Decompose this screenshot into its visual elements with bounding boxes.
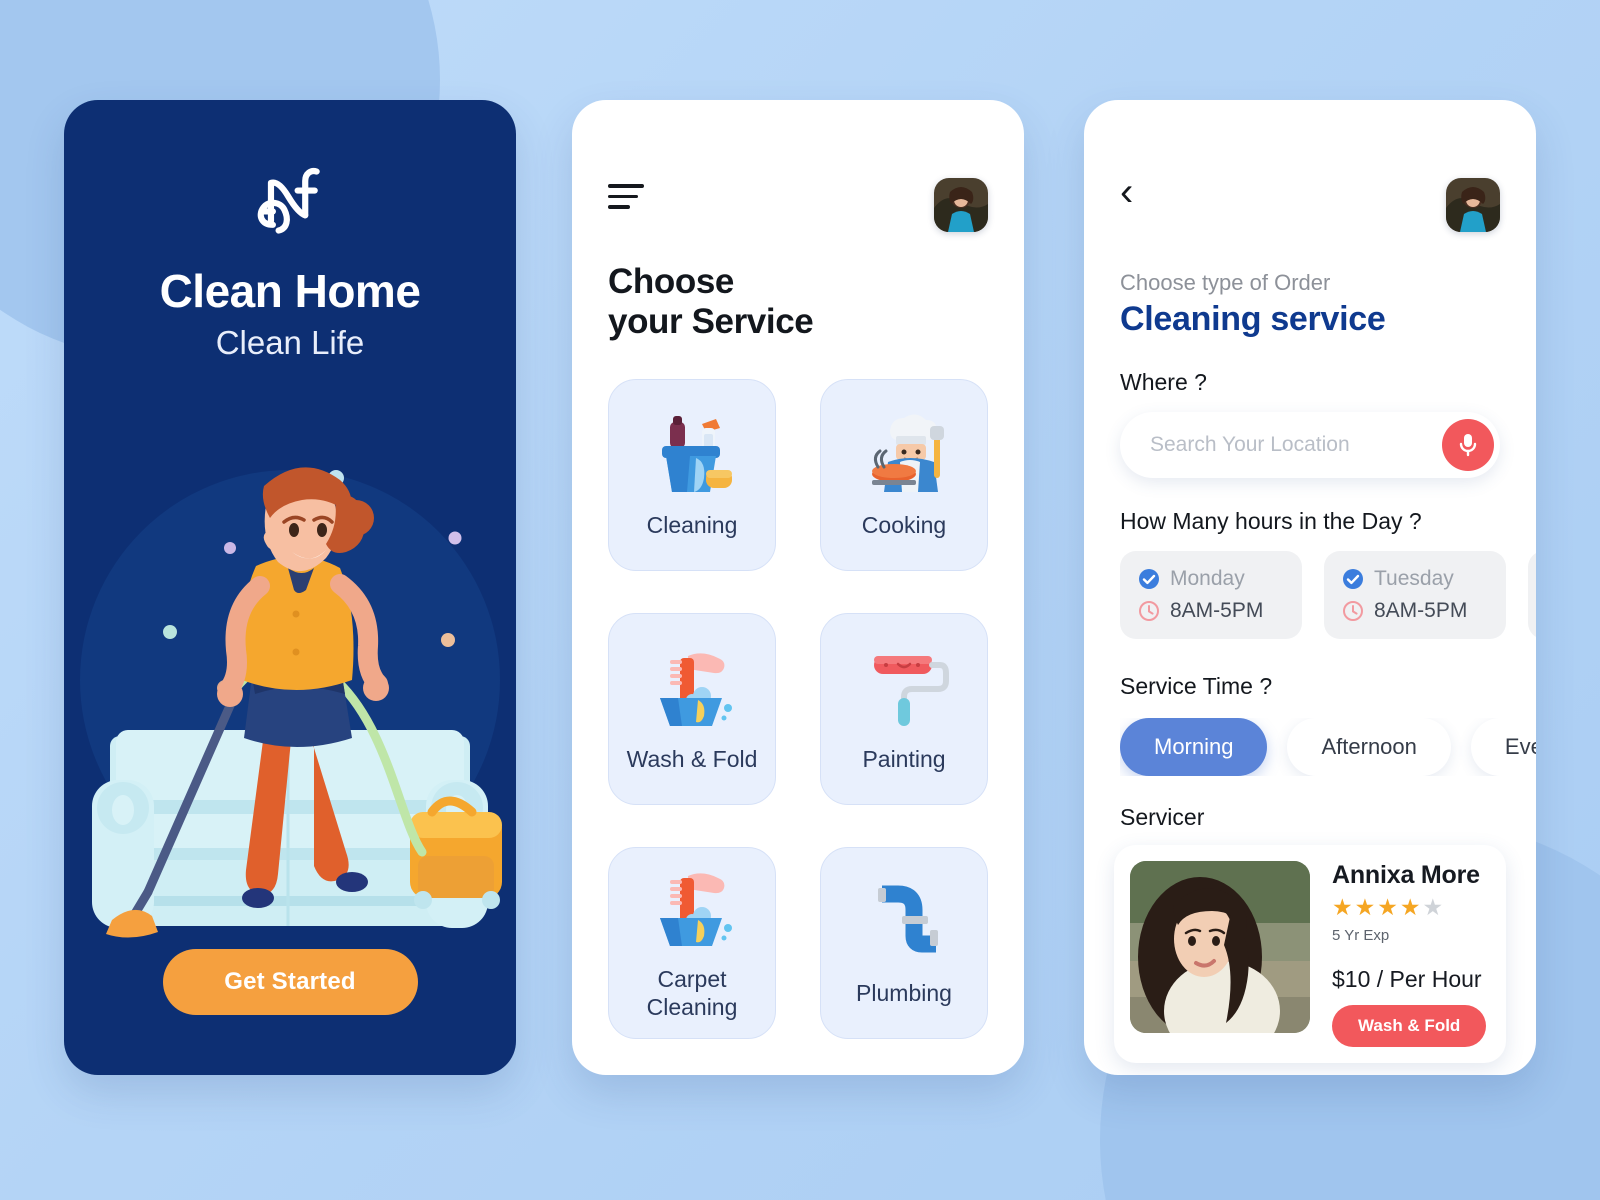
star-icon: ★ — [1354, 894, 1378, 920]
day-name: Monday — [1170, 567, 1245, 590]
cta-wrap: Get Started — [64, 949, 516, 1015]
day-chip[interactable]: Monday 8AM-5PM — [1120, 551, 1302, 639]
hamburger-menu-icon[interactable] — [608, 178, 644, 216]
service-label: Cleaning — [646, 511, 738, 538]
location-search-row — [1120, 412, 1500, 478]
clock-icon — [1139, 601, 1159, 621]
service-time-chip-evening[interactable]: Evening — [1470, 718, 1536, 776]
app-title: Clean Home — [159, 265, 421, 317]
where-label: Where ? — [1120, 369, 1207, 395]
day-time: 8AM-5PM — [1170, 599, 1264, 622]
hamburger-line — [608, 205, 630, 209]
check-circle-icon — [1139, 569, 1159, 589]
servicer-tag[interactable]: Wash & Fold — [1332, 1005, 1487, 1047]
order-details-screen: ‹ Choose type of Order Cleaning service … — [1084, 100, 1536, 1075]
service-label: Plumbing — [856, 979, 952, 1006]
splash-screen: Clean Home Clean Life Get Started — [64, 100, 516, 1075]
choose-service-screen: Choose your Service Cleaning Cooking Was… — [572, 100, 1024, 1075]
service-time-label: Service Time ? — [1120, 673, 1273, 699]
page-title: Choose your Service — [572, 232, 1024, 343]
order-title: Cleaning service — [1120, 300, 1386, 338]
day-chip-row[interactable]: Monday 8AM-5PM Tuesday 8AM-5PM — [1120, 551, 1536, 643]
day-chip[interactable] — [1528, 551, 1536, 639]
star-icon: ★ — [1422, 894, 1446, 920]
hamburger-line — [608, 184, 644, 188]
page-title-line1: Choose — [608, 262, 734, 301]
cleaning-bucket-icon — [644, 410, 740, 502]
servicer-experience: 5 Yr Exp — [1332, 927, 1390, 944]
paint-roller-icon — [856, 644, 952, 736]
service-grid: Cleaning Cooking Wash & Fold Painting Ca… — [608, 378, 988, 1039]
user-avatar[interactable] — [1446, 178, 1500, 232]
star-icon: ★ — [1377, 894, 1400, 920]
check-circle-icon — [1343, 569, 1363, 589]
service-time-chip-morning[interactable]: Morning — [1120, 718, 1268, 776]
servicer-label: Servicer — [1120, 804, 1205, 830]
pipe-icon — [856, 878, 952, 970]
service-card-cleaning[interactable]: Cleaning — [608, 378, 776, 571]
hamburger-line — [608, 194, 638, 198]
service-label: Cooking — [861, 511, 947, 538]
splash-illustration-wrap — [64, 400, 516, 980]
service-label: Painting — [862, 745, 946, 772]
day-chip[interactable]: Tuesday 8AM-5PM — [1324, 551, 1506, 639]
servicer-price: $10 / Per Hour — [1332, 966, 1482, 992]
order-header: ‹ — [1084, 100, 1536, 232]
wash-basin-icon — [644, 864, 740, 956]
order-kicker: Choose type of Order — [1120, 270, 1331, 295]
service-card-carpet-cleaning[interactable]: Carpet Cleaning — [608, 846, 776, 1039]
service-card-cooking[interactable]: Cooking — [820, 378, 988, 571]
service-card-plumbing[interactable]: Plumbing — [820, 846, 988, 1039]
day-time: 8AM-5PM — [1374, 599, 1468, 622]
service-time-row: Morning Afternoon Evening — [1120, 718, 1536, 776]
chef-cooking-icon — [856, 410, 952, 502]
service-card-painting[interactable]: Painting — [820, 612, 988, 805]
service-time-chip-afternoon[interactable]: Afternoon — [1287, 718, 1451, 776]
rating-stars: ★★★★★ — [1332, 894, 1486, 921]
hours-label: How Many hours in the Day ? — [1120, 508, 1422, 534]
services-header — [572, 100, 1024, 232]
clock-icon — [1343, 601, 1363, 621]
star-icon: ★ — [1399, 894, 1423, 920]
service-label: Wash & Fold — [626, 745, 758, 772]
service-card-wash-fold[interactable]: Wash & Fold — [608, 612, 776, 805]
star-icon: ★ — [1332, 894, 1355, 920]
user-avatar[interactable] — [934, 178, 988, 232]
woman-vacuuming-illustration — [80, 467, 502, 938]
servicer-photo — [1130, 861, 1310, 1033]
monogram-logo-icon — [257, 167, 320, 234]
app-subtitle: Clean Life — [215, 324, 365, 361]
chevron-left-icon[interactable]: ‹ — [1120, 172, 1133, 212]
service-label: Carpet Cleaning — [646, 966, 738, 1020]
servicer-info: Annixa More ★★★★★ 5 Yr Exp $10 / Per Hou… — [1332, 861, 1487, 1047]
servicer-name: Annixa More — [1332, 861, 1480, 889]
day-name: Tuesday — [1374, 567, 1454, 590]
microphone-icon[interactable] — [1442, 419, 1494, 471]
servicer-card[interactable]: Annixa More ★★★★★ 5 Yr Exp $10 / Per Hou… — [1114, 845, 1506, 1063]
wash-basin-icon — [644, 644, 740, 736]
get-started-button[interactable]: Get Started — [162, 949, 418, 1015]
page-title-line2: your Service — [608, 302, 814, 342]
